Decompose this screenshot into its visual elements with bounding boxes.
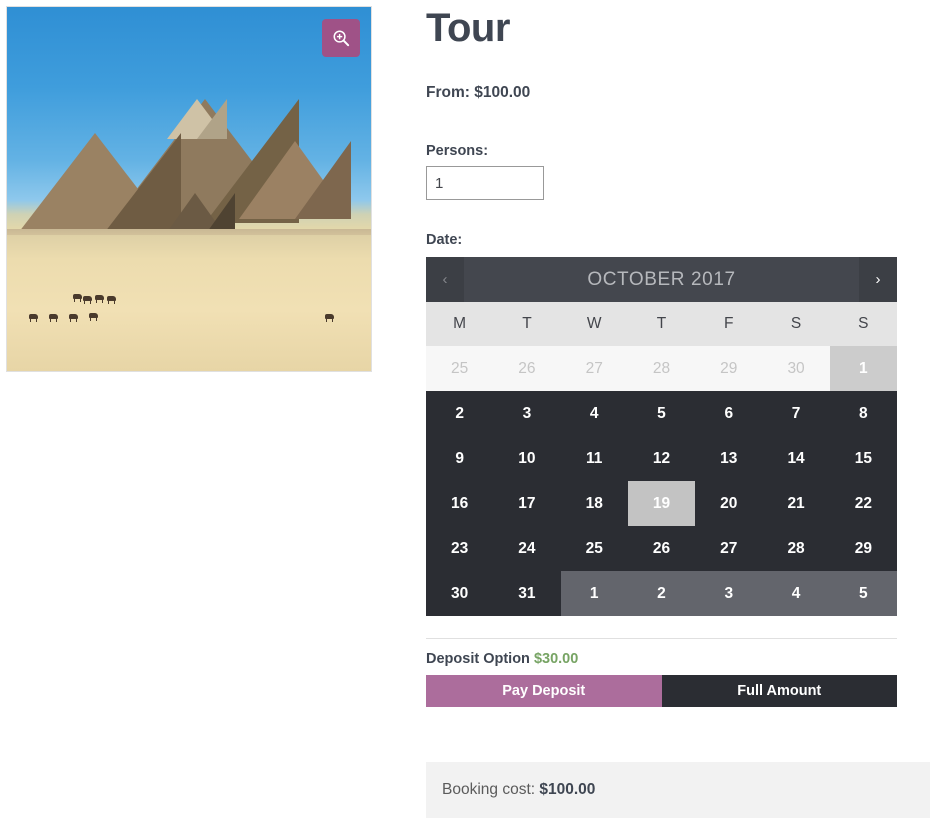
calendar-day-cell[interactable]: 20 (695, 481, 762, 526)
deposit-option-text: Deposit Option (426, 651, 530, 667)
calendar-day-cell[interactable]: 21 (762, 481, 829, 526)
calendar-day-cell[interactable]: 3 (493, 391, 560, 436)
camel (89, 313, 98, 321)
calendar-day-cell[interactable]: 4 (561, 391, 628, 436)
calendar-weekday-5: S (790, 315, 802, 332)
calendar-day-cell[interactable]: 7 (762, 391, 829, 436)
pyramid-right-shadow (295, 141, 351, 219)
camel (29, 314, 38, 322)
calendar-day-cell[interactable]: 2 (426, 391, 493, 436)
camel (73, 294, 82, 302)
camel (69, 314, 78, 322)
camel (107, 296, 116, 304)
calendar-weekday-1: T (522, 315, 532, 332)
calendar-day-cell[interactable]: 15 (830, 436, 897, 481)
pay-deposit-button[interactable]: Pay Deposit (426, 675, 662, 707)
calendar-weekday-6: S (858, 315, 869, 332)
calendar-day-cell[interactable]: 14 (762, 436, 829, 481)
divider (426, 638, 897, 639)
calendar-day-cell[interactable]: 13 (695, 436, 762, 481)
persons-input[interactable] (426, 166, 544, 200)
calendar-header: ‹ OCTOBER 2017 › (426, 257, 897, 302)
calendar-day-cell[interactable]: 22 (830, 481, 897, 526)
deposit-option-label: Deposit Option $30.00 (426, 651, 897, 675)
calendar-day-cell: 1 (829, 346, 897, 391)
camel (325, 314, 334, 322)
product-gallery (6, 6, 372, 372)
calendar-day-cell[interactable]: 31 (493, 571, 560, 616)
deposit-toggle-group: Pay Deposit Full Amount (426, 675, 897, 707)
calendar-day-cell[interactable]: 17 (493, 481, 560, 526)
calendar-next-month-button[interactable]: › (859, 257, 897, 302)
calendar-day-cell[interactable]: 30 (426, 571, 493, 616)
calendar-day-cell[interactable]: 16 (426, 481, 493, 526)
page-title: Tour (426, 6, 510, 50)
calendar-day-cell[interactable]: 28 (762, 526, 829, 571)
calendar-day-cell: 26 (493, 346, 561, 391)
booking-cost-value: $100.00 (539, 781, 596, 798)
camel (49, 314, 58, 322)
deposit-amount: $30.00 (533, 651, 579, 667)
calendar-day-cell[interactable]: 9 (426, 436, 493, 481)
desert-sand (7, 235, 371, 371)
magnifier-plus-icon (333, 30, 349, 46)
calendar-weekday-header: MTWTFSS (426, 302, 897, 346)
zoom-image-button[interactable] (322, 19, 360, 57)
date-picker-calendar[interactable]: ‹ OCTOBER 2017 › MTWTFSS 25 26 27 28 29 30 1 2 3… (426, 257, 897, 616)
calendar-day-cell: 25 (426, 346, 494, 391)
calendar-day-cell[interactable]: 27 (695, 526, 762, 571)
full-amount-button[interactable]: Full Amount (661, 675, 897, 707)
calendar-day-cell[interactable]: 5 (628, 391, 695, 436)
deposit-section: Deposit Option $30.00 Pay Deposit Full A… (426, 616, 897, 707)
camel (83, 296, 92, 304)
calendar-prev-month-button[interactable]: ‹ (426, 257, 464, 302)
calendar-month-title: OCTOBER 2017 (587, 268, 736, 290)
calendar-weekday-0: M (453, 315, 467, 332)
calendar-day-grid: 25 26 27 28 29 30 1 2 3 4 5 6 7 8 9 10 11 12 13 14 15 16 17 18 1… (426, 346, 897, 616)
calendar-day-cell[interactable]: 26 (628, 526, 695, 571)
price-from: From: $100.00 (426, 84, 531, 101)
booking-cost-text: Booking cost: $100.00 (426, 781, 595, 799)
calendar-day-cell[interactable]: 8 (830, 391, 897, 436)
booking-cost-prefix: Booking cost: (442, 781, 540, 798)
calendar-day-cell: 28 (627, 346, 696, 391)
calendar-day-cell[interactable]: 2 (627, 571, 696, 616)
camel (95, 295, 104, 303)
date-label: Date: (426, 232, 463, 248)
calendar-day-cell[interactable]: 12 (628, 436, 695, 481)
calendar-weekday-3: T (656, 315, 667, 332)
calendar-day-cell[interactable]: 3 (695, 571, 763, 616)
calendar-day-cell[interactable]: 5 (829, 571, 897, 616)
calendar-day-cell[interactable]: 4 (762, 571, 830, 616)
calendar-day-cell[interactable]: 1 (560, 571, 628, 616)
booking-cost-panel: Booking cost: $100.00 (426, 762, 930, 818)
calendar-day-cell[interactable]: 6 (695, 391, 762, 436)
calendar-weekday-2: W (586, 315, 602, 332)
persons-label: Persons: (426, 143, 489, 159)
calendar-day-cell[interactable]: 25 (561, 526, 628, 571)
calendar-day-cell[interactable]: 11 (561, 436, 628, 481)
calendar-weekday-4: F (724, 315, 734, 332)
calendar-day-cell[interactable]: 29 (830, 526, 897, 571)
calendar-day-cell[interactable]: 10 (493, 436, 560, 481)
calendar-day-cell[interactable]: 18 (561, 481, 628, 526)
calendar-day-cell[interactable]: 19 (627, 481, 696, 526)
pyramid-middle-cap-shadow (197, 99, 227, 139)
calendar-day-cell[interactable]: 23 (426, 526, 493, 571)
product-summary: Tour From: $100.00 Persons: Date: ‹ OCTO… (426, 0, 930, 707)
calendar-day-cell: 27 (560, 346, 628, 391)
pyramids-of-giza-photo (7, 7, 371, 371)
product-booking-page: Tour From: $100.00 Persons: Date: ‹ OCTO… (0, 0, 930, 827)
calendar-day-cell: 29 (695, 346, 763, 391)
calendar-day-cell: 30 (762, 346, 830, 391)
calendar-day-cell[interactable]: 24 (493, 526, 560, 571)
